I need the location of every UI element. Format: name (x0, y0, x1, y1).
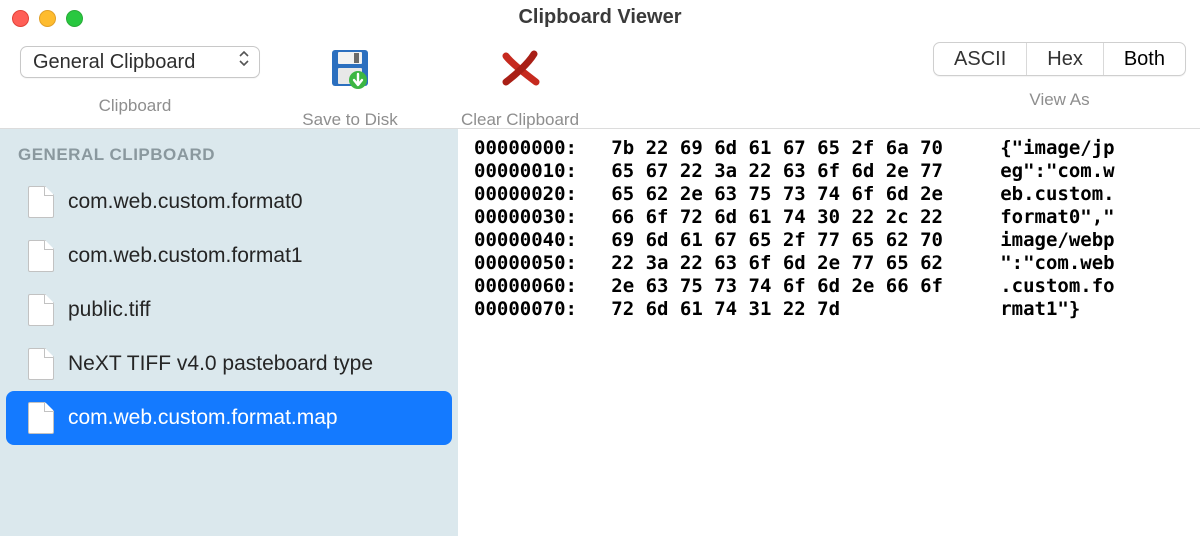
segment-both[interactable]: Both (1104, 43, 1185, 75)
file-icon (28, 240, 54, 272)
sidebar-item-label: com.web.custom.format1 (68, 244, 303, 268)
clear-clipboard-button[interactable] (498, 44, 542, 92)
hex-line: 00000010: 65 67 22 3a 22 63 6f 6d 2e 77 … (474, 160, 1184, 183)
file-icon (28, 402, 54, 434)
clipboard-dropdown[interactable]: General Clipboard (20, 46, 260, 78)
titlebar: Clipboard Viewer (0, 0, 1200, 36)
hex-line: 00000060: 2e 63 75 73 74 6f 6d 2e 66 6f … (474, 275, 1184, 298)
clear-label: Clear Clipboard (461, 110, 579, 130)
hex-line: 00000020: 65 62 2e 63 75 73 74 6f 6d 2e … (474, 183, 1184, 206)
hex-line: 00000050: 22 3a 22 63 6f 6d 2e 77 65 62 … (474, 252, 1184, 275)
file-icon (28, 294, 54, 326)
segment-hex[interactable]: Hex (1027, 43, 1104, 75)
toolbar: General Clipboard Clipboard Save (0, 36, 1200, 128)
floppy-disk-icon (328, 46, 372, 90)
chevron-updown-icon (239, 51, 249, 66)
hex-line: 00000070: 72 6d 61 74 31 22 7d rmat1"} (474, 298, 1184, 321)
hex-line: 00000030: 66 6f 72 6d 61 74 30 22 2c 22 … (474, 206, 1184, 229)
sidebar-item-label: public.tiff (68, 298, 151, 322)
sidebar-item-label: com.web.custom.format0 (68, 190, 303, 214)
sidebar-header: GENERAL CLIPBOARD (0, 129, 458, 175)
clipboard-dropdown-label: Clipboard (99, 96, 172, 116)
sidebar-item[interactable]: com.web.custom.format.map (6, 391, 452, 445)
view-as-label: View As (1029, 90, 1089, 110)
save-label: Save to Disk (302, 110, 397, 130)
file-icon (28, 348, 54, 380)
segment-ascii[interactable]: ASCII (934, 43, 1027, 75)
view-mode-segmented-control: ASCII Hex Both (933, 42, 1186, 76)
sidebar-item[interactable]: public.tiff (6, 283, 452, 337)
red-x-icon (498, 46, 542, 90)
sidebar-item-label: NeXT TIFF v4.0 pasteboard type (68, 352, 373, 376)
save-to-disk-button[interactable] (328, 44, 372, 92)
hex-line: 00000040: 69 6d 61 67 65 2f 77 65 62 70 … (474, 229, 1184, 252)
clipboard-dropdown-value: General Clipboard (33, 51, 195, 74)
sidebar-item[interactable]: NeXT TIFF v4.0 pasteboard type (6, 337, 452, 391)
sidebar: GENERAL CLIPBOARD com.web.custom.format0… (0, 129, 458, 536)
hex-content: 00000000: 7b 22 69 6d 61 67 65 2f 6a 70 … (458, 129, 1200, 536)
sidebar-item[interactable]: com.web.custom.format0 (6, 175, 452, 229)
file-icon (28, 186, 54, 218)
hex-line: 00000000: 7b 22 69 6d 61 67 65 2f 6a 70 … (474, 137, 1184, 160)
sidebar-item[interactable]: com.web.custom.format1 (6, 229, 452, 283)
window-title: Clipboard Viewer (0, 6, 1200, 29)
sidebar-item-label: com.web.custom.format.map (68, 406, 338, 430)
